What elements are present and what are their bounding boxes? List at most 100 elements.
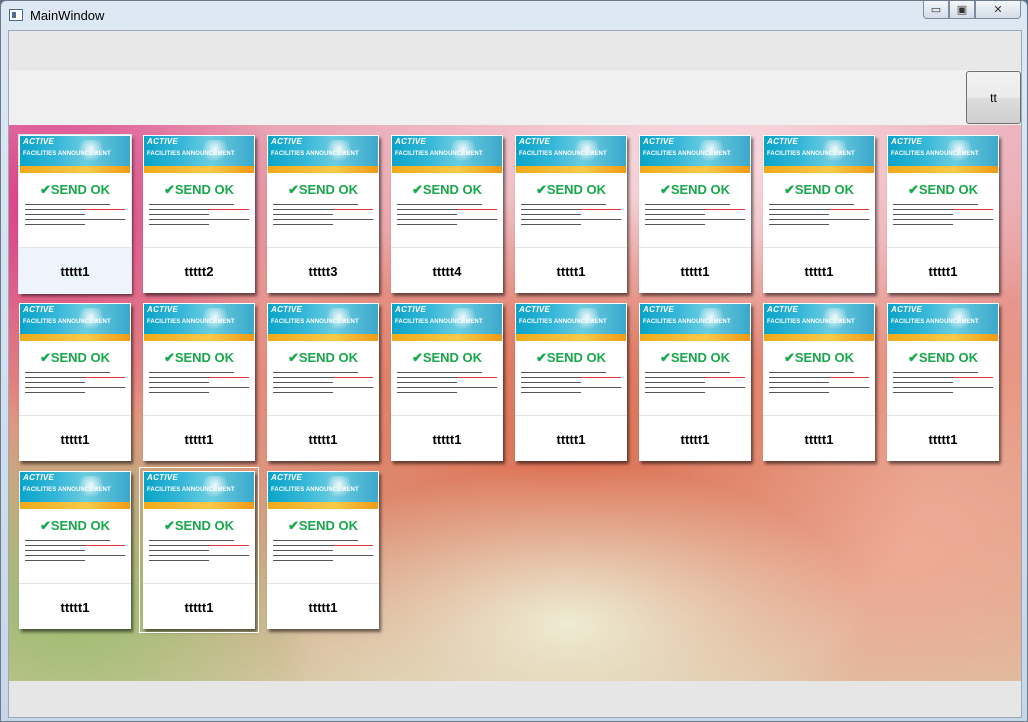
announcement-banner: ACTIVE FACILITIES ANNOUNCEMENT	[20, 472, 130, 509]
card-label: ttttt1	[639, 247, 751, 294]
document-text-lines	[25, 204, 125, 229]
title-bar[interactable]: MainWindow ▭ ▣ ✕	[1, 1, 1027, 29]
document-thumbnail: ACTIVE FACILITIES ANNOUNCEMENT ✔SEND OK	[640, 304, 750, 412]
document-card[interactable]: ACTIVE FACILITIES ANNOUNCEMENT ✔SEND OK ttt…	[19, 471, 131, 629]
send-status: ✔SEND OK	[287, 518, 359, 533]
document-thumbnail: ACTIVE FACILITIES ANNOUNCEMENT ✔SEND OK	[516, 304, 626, 412]
window-title: MainWindow	[30, 8, 105, 23]
document-thumbnail: ACTIVE FACILITIES ANNOUNCEMENT ✔SEND OK	[516, 136, 626, 244]
document-text-lines	[273, 540, 373, 565]
announcement-banner: ACTIVE FACILITIES ANNOUNCEMENT	[640, 304, 750, 341]
thumbnail-canvas[interactable]: ACTIVE FACILITIES ANNOUNCEMENT ✔SEND OK ttt…	[9, 125, 1021, 681]
banner-logo: ACTIVE	[519, 137, 551, 146]
banner-stripe	[516, 334, 626, 341]
document-card[interactable]: ACTIVE FACILITIES ANNOUNCEMENT ✔SEND OK ttt…	[267, 135, 379, 293]
document-text-lines	[893, 204, 993, 229]
document-card[interactable]: ACTIVE FACILITIES ANNOUNCEMENT ✔SEND OK ttt…	[887, 135, 999, 293]
client-area: tt ACTIVE FACILITIES ANNOUNCEMENT ✔SEND OK…	[8, 30, 1022, 718]
banner-stripe	[516, 166, 626, 173]
banner-logo: ACTIVE	[147, 137, 179, 146]
banner-stripe	[764, 166, 874, 173]
banner-stripe	[640, 166, 750, 173]
announcement-banner: ACTIVE FACILITIES ANNOUNCEMENT	[516, 304, 626, 341]
banner-title: FACILITIES ANNOUNCEMENT	[891, 151, 979, 157]
banner-title: FACILITIES ANNOUNCEMENT	[271, 319, 359, 325]
document-card[interactable]: ACTIVE FACILITIES ANNOUNCEMENT ✔SEND OK ttt…	[639, 135, 751, 293]
send-status: ✔SEND OK	[659, 182, 731, 197]
card-label: ttttt1	[267, 583, 379, 630]
document-card[interactable]: ACTIVE FACILITIES ANNOUNCEMENT ✔SEND OK ttt…	[143, 303, 255, 461]
close-button[interactable]: ✕	[975, 1, 1021, 19]
document-text-lines	[397, 204, 497, 229]
document-card[interactable]: ACTIVE FACILITIES ANNOUNCEMENT ✔SEND OK ttt…	[19, 303, 131, 461]
banner-logo: ACTIVE	[519, 305, 551, 314]
document-text-lines	[397, 372, 497, 397]
minimize-button[interactable]: ▭	[923, 1, 949, 19]
document-card[interactable]: ACTIVE FACILITIES ANNOUNCEMENT ✔SEND OK ttt…	[515, 303, 627, 461]
send-status: ✔SEND OK	[411, 350, 483, 365]
card-label: ttttt1	[763, 415, 875, 462]
announcement-banner: ACTIVE FACILITIES ANNOUNCEMENT	[888, 304, 998, 341]
banner-title: FACILITIES ANNOUNCEMENT	[643, 151, 731, 157]
announcement-banner: ACTIVE FACILITIES ANNOUNCEMENT	[144, 136, 254, 173]
document-text-lines	[25, 540, 125, 565]
tt-button[interactable]: tt	[966, 71, 1021, 124]
document-text-lines	[273, 372, 373, 397]
banner-title: FACILITIES ANNOUNCEMENT	[147, 151, 235, 157]
document-thumbnail: ACTIVE FACILITIES ANNOUNCEMENT ✔SEND OK	[640, 136, 750, 244]
document-card[interactable]: ACTIVE FACILITIES ANNOUNCEMENT ✔SEND OK ttt…	[391, 303, 503, 461]
banner-stripe	[20, 166, 130, 173]
document-card[interactable]: ACTIVE FACILITIES ANNOUNCEMENT ✔SEND OK ttt…	[19, 135, 131, 294]
caption-buttons: ▭ ▣ ✕	[923, 1, 1021, 19]
send-status: ✔SEND OK	[39, 350, 111, 365]
announcement-banner: ACTIVE FACILITIES ANNOUNCEMENT	[392, 136, 502, 173]
document-card[interactable]: ACTIVE FACILITIES ANNOUNCEMENT ✔SEND OK ttt…	[763, 303, 875, 461]
document-card[interactable]: ACTIVE FACILITIES ANNOUNCEMENT ✔SEND OK ttt…	[267, 303, 379, 461]
banner-title: FACILITIES ANNOUNCEMENT	[519, 319, 607, 325]
announcement-banner: ACTIVE FACILITIES ANNOUNCEMENT	[144, 304, 254, 341]
send-status: ✔SEND OK	[783, 182, 855, 197]
banner-title: FACILITIES ANNOUNCEMENT	[147, 487, 235, 493]
banner-stripe	[268, 166, 378, 173]
banner-logo: ACTIVE	[147, 305, 179, 314]
document-thumbnail: ACTIVE FACILITIES ANNOUNCEMENT ✔SEND OK	[888, 304, 998, 412]
announcement-banner: ACTIVE FACILITIES ANNOUNCEMENT	[764, 136, 874, 173]
card-label: ttttt1	[887, 247, 999, 294]
document-card[interactable]: ACTIVE FACILITIES ANNOUNCEMENT ✔SEND OK ttt…	[763, 135, 875, 293]
send-status: ✔SEND OK	[659, 350, 731, 365]
banner-title: FACILITIES ANNOUNCEMENT	[519, 151, 607, 157]
document-text-lines	[645, 204, 745, 229]
document-text-lines	[521, 204, 621, 229]
document-text-lines	[149, 204, 249, 229]
banner-stripe	[392, 166, 502, 173]
document-card[interactable]: ACTIVE FACILITIES ANNOUNCEMENT ✔SEND OK ttt…	[639, 303, 751, 461]
banner-logo: ACTIVE	[643, 137, 675, 146]
document-card[interactable]: ACTIVE FACILITIES ANNOUNCEMENT ✔SEND OK ttt…	[391, 135, 503, 293]
maximize-button[interactable]: ▣	[949, 1, 975, 19]
document-card[interactable]: ACTIVE FACILITIES ANNOUNCEMENT ✔SEND OK ttt…	[267, 471, 379, 629]
card-label: ttttt1	[19, 415, 131, 462]
card-label: ttttt1	[143, 415, 255, 462]
document-card[interactable]: ACTIVE FACILITIES ANNOUNCEMENT ✔SEND OK ttt…	[515, 135, 627, 293]
banner-title: FACILITIES ANNOUNCEMENT	[23, 151, 111, 157]
send-status: ✔SEND OK	[39, 182, 111, 197]
window-icon	[9, 9, 23, 21]
status-footer	[9, 681, 1021, 717]
top-panel	[9, 31, 1021, 69]
announcement-banner: ACTIVE FACILITIES ANNOUNCEMENT	[268, 304, 378, 341]
card-label: ttttt1	[143, 583, 255, 630]
document-card[interactable]: ACTIVE FACILITIES ANNOUNCEMENT ✔SEND OK ttt…	[139, 467, 259, 633]
document-card[interactable]: ACTIVE FACILITIES ANNOUNCEMENT ✔SEND OK ttt…	[143, 135, 255, 293]
card-label: ttttt3	[267, 247, 379, 294]
announcement-banner: ACTIVE FACILITIES ANNOUNCEMENT	[268, 472, 378, 509]
banner-title: FACILITIES ANNOUNCEMENT	[643, 319, 731, 325]
card-label: ttttt1	[639, 415, 751, 462]
banner-title: FACILITIES ANNOUNCEMENT	[147, 319, 235, 325]
banner-logo: ACTIVE	[395, 137, 427, 146]
document-thumbnail: ACTIVE FACILITIES ANNOUNCEMENT ✔SEND OK	[20, 472, 130, 580]
banner-logo: ACTIVE	[271, 473, 303, 482]
send-status: ✔SEND OK	[907, 350, 979, 365]
document-card[interactable]: ACTIVE FACILITIES ANNOUNCEMENT ✔SEND OK ttt…	[887, 303, 999, 461]
banner-title: FACILITIES ANNOUNCEMENT	[23, 487, 111, 493]
send-status: ✔SEND OK	[287, 350, 359, 365]
